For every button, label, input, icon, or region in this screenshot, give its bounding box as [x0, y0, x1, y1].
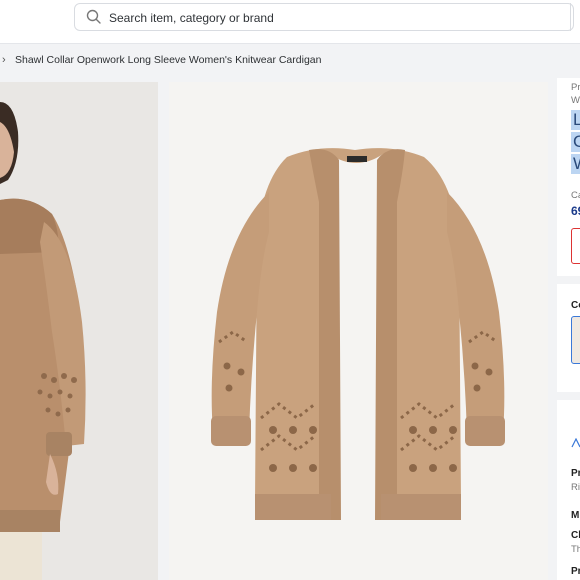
- info-label-1: Pr: [571, 468, 580, 479]
- breadcrumb: › Shawl Collar Openwork Long Sleeve Wome…: [0, 48, 580, 76]
- main-product-image[interactable]: [169, 82, 548, 580]
- breadcrumb-current: Shawl Collar Openwork Long Sleeve Women'…: [15, 54, 322, 66]
- section-divider: [557, 392, 580, 400]
- search-icon: [86, 9, 101, 24]
- info-icon: [571, 438, 580, 448]
- product-price: 69: [571, 204, 580, 218]
- product-title-line-2: C: [571, 132, 580, 152]
- product-title-line-3: W: [571, 154, 580, 174]
- search-bar[interactable]: [74, 3, 574, 31]
- color-label: Co: [571, 300, 580, 311]
- info-label-4: Pr: [571, 566, 580, 577]
- product-thumbnail[interactable]: [0, 82, 158, 580]
- top-header: [0, 0, 580, 44]
- model-back-view-image: [0, 82, 158, 580]
- info-value-3: Th: [571, 544, 580, 555]
- search-button-divider: [570, 3, 571, 31]
- color-swatch-selected[interactable]: [571, 316, 580, 364]
- info-label-3: Cl: [571, 530, 580, 541]
- product-title-line-1: L: [571, 110, 580, 130]
- info-label-2: M: [571, 510, 580, 521]
- info-value-1: Ri: [571, 482, 580, 493]
- add-to-cart-button[interactable]: [571, 228, 580, 264]
- cart-label: Ca: [571, 190, 580, 201]
- search-input[interactable]: [109, 8, 549, 28]
- brand-label: Pr: [571, 82, 580, 93]
- product-info-panel: Pr W L C W Ca 69 Co Pr Ri M Cl Th Pr: [557, 78, 580, 580]
- section-divider: [557, 276, 580, 284]
- brand-sublabel: W: [571, 95, 580, 106]
- breadcrumb-chevron-icon: ›: [2, 54, 6, 66]
- cardigan-image: [169, 82, 548, 580]
